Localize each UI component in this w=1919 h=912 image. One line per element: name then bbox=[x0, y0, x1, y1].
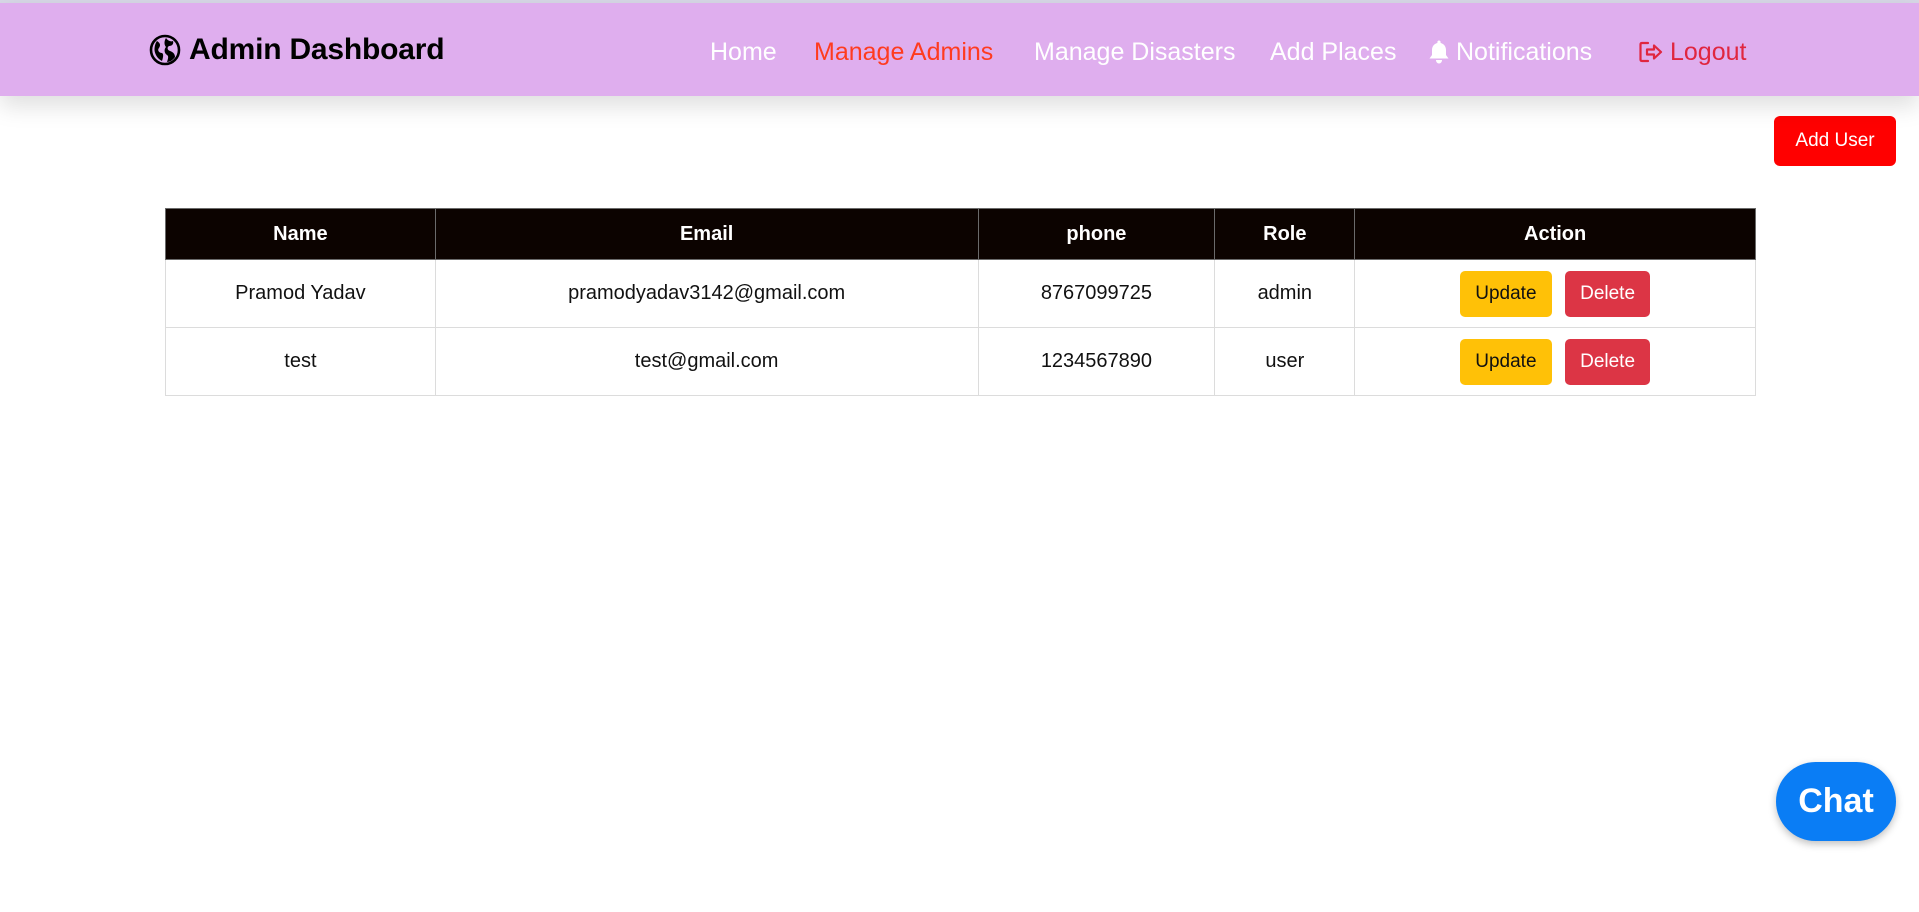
table-row: Pramod Yadav pramodyadav3142@gmail.com 8… bbox=[165, 259, 1756, 328]
add-user-button[interactable]: Add User bbox=[1774, 116, 1896, 166]
delete-button[interactable]: Delete bbox=[1565, 338, 1651, 385]
nav-link-home[interactable]: Home bbox=[710, 35, 777, 69]
nav-notifications-label: Notifications bbox=[1456, 38, 1593, 66]
chat-button[interactable]: Chat bbox=[1776, 762, 1896, 841]
cell-phone: 8767099725 bbox=[977, 259, 1216, 328]
nav-links: Home Manage Admins Manage Disasters Add … bbox=[0, 35, 1919, 69]
nav-link-logout[interactable]: Logout bbox=[1638, 35, 1746, 69]
cell-email: test@gmail.com bbox=[434, 327, 979, 396]
cell-phone: 1234567890 bbox=[977, 327, 1216, 396]
header-role: Role bbox=[1214, 208, 1356, 260]
update-button[interactable]: Update bbox=[1460, 338, 1552, 385]
cell-action: Update Delete bbox=[1354, 327, 1756, 396]
bell-icon bbox=[1428, 39, 1450, 65]
cell-email: pramodyadav3142@gmail.com bbox=[434, 259, 979, 328]
cell-name: test bbox=[165, 327, 436, 396]
delete-button[interactable]: Delete bbox=[1565, 270, 1651, 317]
header-phone: phone bbox=[977, 208, 1216, 260]
nav-logout-label: Logout bbox=[1670, 38, 1747, 66]
navbar: Admin Dashboard Home Manage Admins Manag… bbox=[0, 3, 1919, 96]
nav-link-notifications[interactable]: Notifications bbox=[1428, 35, 1592, 69]
header-action: Action bbox=[1354, 208, 1756, 260]
logout-icon bbox=[1638, 40, 1664, 64]
cell-role: admin bbox=[1214, 259, 1356, 328]
table-header-row: Name Email phone Role Action bbox=[165, 208, 1756, 260]
cell-name: Pramod Yadav bbox=[165, 259, 436, 328]
header-name: Name bbox=[165, 208, 436, 260]
nav-link-manage-disasters[interactable]: Manage Disasters bbox=[1034, 35, 1235, 69]
users-table: Name Email phone Role Action Pramod Yada… bbox=[165, 208, 1756, 396]
update-button[interactable]: Update bbox=[1460, 270, 1552, 317]
cell-role: user bbox=[1214, 327, 1356, 396]
table-row: test test@gmail.com 1234567890 user Upda… bbox=[165, 327, 1756, 396]
cell-action: Update Delete bbox=[1354, 259, 1756, 328]
nav-link-add-places[interactable]: Add Places bbox=[1270, 35, 1396, 69]
header-email: Email bbox=[434, 208, 979, 260]
nav-link-manage-admins[interactable]: Manage Admins bbox=[814, 35, 993, 69]
